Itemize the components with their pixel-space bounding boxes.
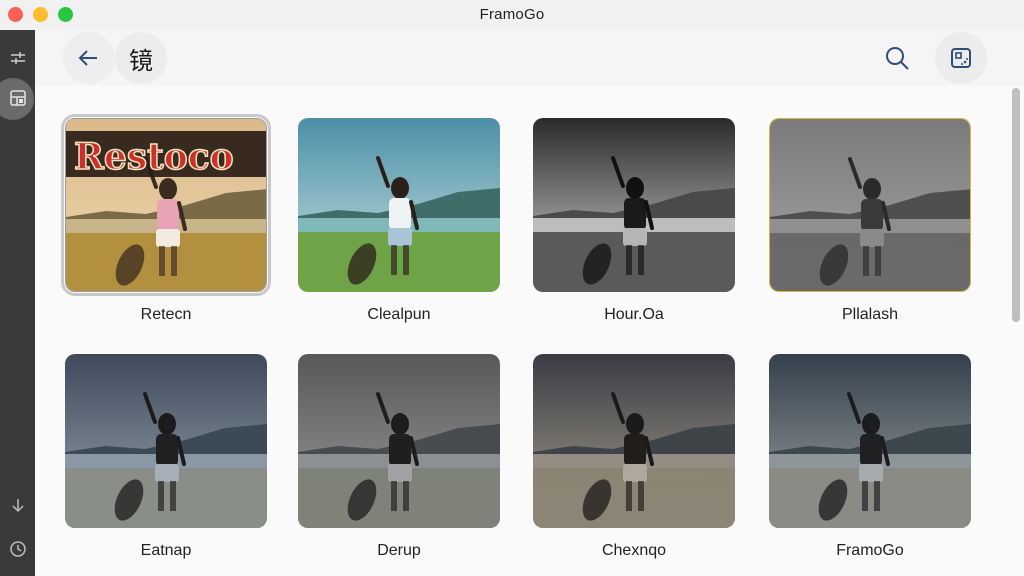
sidebar [0, 30, 35, 576]
gallery-button[interactable] [935, 32, 987, 84]
filter-thumbnail[interactable]: Restoco [61, 114, 271, 296]
window-title: FramoGo [479, 6, 545, 23]
sidebar-item-download[interactable] [0, 485, 35, 525]
arrow-down-icon [11, 499, 24, 513]
filter-thumbnail-image [533, 118, 735, 292]
filter-label: Clealpun [367, 306, 431, 323]
filter-thumbnail-image [65, 354, 267, 528]
filter-label: Hour.Oa [604, 306, 664, 323]
header-bar: 镜 [35, 30, 1024, 86]
filter-label: Chexnqo [601, 542, 667, 559]
layout-icon [9, 90, 26, 106]
filter-thumbnail[interactable] [65, 354, 267, 528]
filter-label: Eatnap [140, 542, 192, 559]
filter-thumbnail-image [770, 119, 970, 291]
search-button[interactable] [871, 32, 923, 84]
vertical-scrollbar[interactable] [1012, 88, 1020, 322]
filter-label: FramoGo [836, 542, 904, 559]
search-icon [886, 47, 909, 70]
filter-thumbnail-image [298, 354, 500, 528]
clock-icon [9, 541, 26, 557]
filter-thumbnail[interactable] [298, 354, 500, 528]
filter-thumbnail-image [298, 118, 500, 292]
filter-thumbnail[interactable] [533, 118, 735, 292]
filter-label: Pllalash [841, 306, 899, 323]
title-bar: FramoGo [0, 0, 1024, 30]
mode-glyph-button[interactable]: 镜 [115, 32, 167, 84]
retro-overlay-text: Restoco [74, 136, 234, 178]
sidebar-item-history[interactable] [0, 529, 35, 569]
filter-thumbnail[interactable] [769, 118, 971, 292]
filter-thumbnail[interactable] [533, 354, 735, 528]
filter-label: Retecn [140, 306, 192, 323]
sidebar-item-layout[interactable] [0, 78, 35, 120]
filter-thumbnail[interactable] [769, 354, 971, 528]
filter-thumbnail-image: Restoco [66, 119, 266, 291]
filter-label: Derup [377, 542, 421, 559]
filter-thumbnail[interactable] [298, 118, 500, 292]
gallery-icon [951, 48, 971, 68]
app-window: FramoGo 镜 Restoco Retecn Clealpun Hour.O… [0, 0, 1024, 576]
mode-glyph: 镜 [129, 46, 153, 75]
filter-thumbnail-image [769, 354, 971, 528]
back-button[interactable] [63, 32, 115, 84]
arrow-left-icon [78, 50, 97, 66]
filter-thumbnail-image [533, 354, 735, 528]
sidebar-item-adjust[interactable] [0, 38, 35, 78]
filter-grid: Restoco Retecn Clealpun Hour.Oa Pllalash… [35, 86, 1010, 576]
sliders-icon [10, 52, 25, 64]
